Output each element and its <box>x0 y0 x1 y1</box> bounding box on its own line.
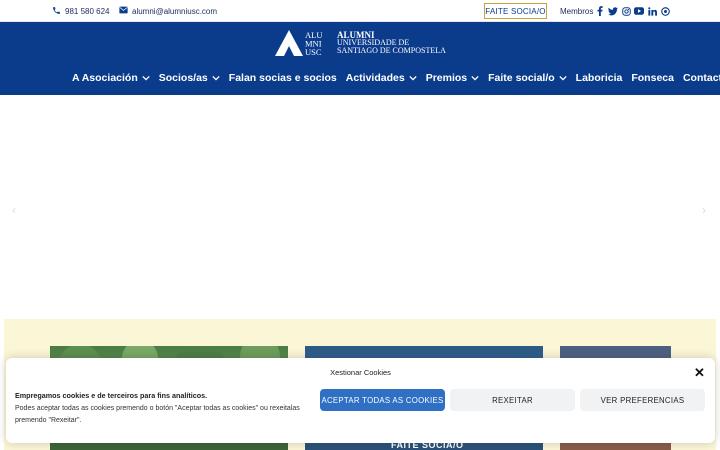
chevron-down-icon <box>142 75 150 81</box>
join-button[interactable]: FAITE SOCIA/O <box>484 3 547 19</box>
nav-label: Socios/as <box>158 72 208 84</box>
nav-label: Laboricia <box>575 72 623 84</box>
site-logo[interactable]: ALU MNI USC ALUMNI UNIVERSIDADE DE SANTI… <box>275 30 446 57</box>
flickr-icon[interactable] <box>660 6 670 16</box>
email-link[interactable]: alumni@alumniusc.com <box>119 4 217 18</box>
instagram-icon[interactable] <box>621 6 631 16</box>
youtube-icon[interactable] <box>634 6 644 16</box>
logo-mark: ALU MNI USC <box>275 30 333 57</box>
nav-label: Faite social/o <box>488 72 555 84</box>
close-icon[interactable]: ✕ <box>694 366 705 379</box>
cookie-summary: Empregamos cookies e de terceiros para f… <box>15 391 208 400</box>
nav-label: Contacto <box>682 72 720 84</box>
nav-label: Falan socias e socios <box>228 72 337 84</box>
cookie-title: Xestionar Cookies <box>330 368 391 377</box>
nav-label: Actividades <box>345 72 405 84</box>
linkedin-icon[interactable] <box>647 6 657 16</box>
nav-item-falan-socias[interactable]: Falan socias e socios <box>229 72 337 84</box>
phone-link[interactable]: 981 580 624 <box>52 4 110 18</box>
members-link[interactable]: Membros <box>560 4 593 18</box>
cookie-description: Podes aceptar todas as cookies premendo … <box>15 405 300 424</box>
cookie-banner: Xestionar Cookies ✕ Empregamos cookies e… <box>6 358 715 443</box>
nav-item-laboricia[interactable]: Laboricia <box>576 72 623 84</box>
chevron-down-icon <box>471 75 479 81</box>
top-bar: 981 580 624 alumni@alumniusc.com FAITE S… <box>0 0 720 22</box>
phone-number: 981 580 624 <box>65 6 110 16</box>
site-header: ALU MNI USC ALUMNI UNIVERSIDADE DE SANTI… <box>0 22 720 95</box>
view-preferences-button[interactable]: VER PREFERENCIAS <box>580 389 705 411</box>
facebook-icon[interactable] <box>595 6 605 16</box>
chevron-down-icon <box>409 75 417 81</box>
chevron-down-icon <box>559 75 567 81</box>
envelope-icon <box>119 6 132 16</box>
slider-prev-arrow[interactable]: ‹ <box>12 203 16 217</box>
nav-item-premios[interactable]: Premios <box>426 72 479 84</box>
main-nav: A Asociación Socios/as Falan socias e so… <box>72 71 720 85</box>
nav-item-faite-socio[interactable]: Faite social/o <box>488 72 567 84</box>
twitter-icon[interactable] <box>608 6 618 16</box>
logo-text: ALUMNI UNIVERSIDADE DE SANTIAGO DE COMPO… <box>337 31 446 55</box>
slider-next-arrow[interactable]: › <box>702 203 706 217</box>
chevron-down-icon <box>212 75 220 81</box>
accept-all-cookies-button[interactable]: ACEPTAR TODAS AS COOKIES <box>320 389 445 411</box>
nav-item-actividades[interactable]: Actividades <box>346 72 417 84</box>
phone-icon <box>52 6 65 17</box>
email-address: alumni@alumniusc.com <box>132 6 218 16</box>
nav-label: Premios <box>425 72 468 84</box>
logo-line-3: SANTIAGO DE COMPOSTELA <box>337 46 446 55</box>
logo-mark-line-3: USC <box>305 47 322 56</box>
nav-item-socios[interactable]: Socios/as <box>159 72 220 84</box>
nav-label: Fonseca <box>631 72 674 84</box>
nav-item-fonseca[interactable]: Fonseca <box>631 72 674 84</box>
nav-item-asociacion[interactable]: A Asociación <box>72 72 150 84</box>
social-links <box>595 4 670 18</box>
nav-item-contacto[interactable]: Contacto <box>683 72 720 84</box>
nav-label: A Asociación <box>72 72 138 84</box>
reject-cookies-button[interactable]: REXEITAR <box>450 389 575 411</box>
hero-slider: ‹ › <box>0 95 720 319</box>
